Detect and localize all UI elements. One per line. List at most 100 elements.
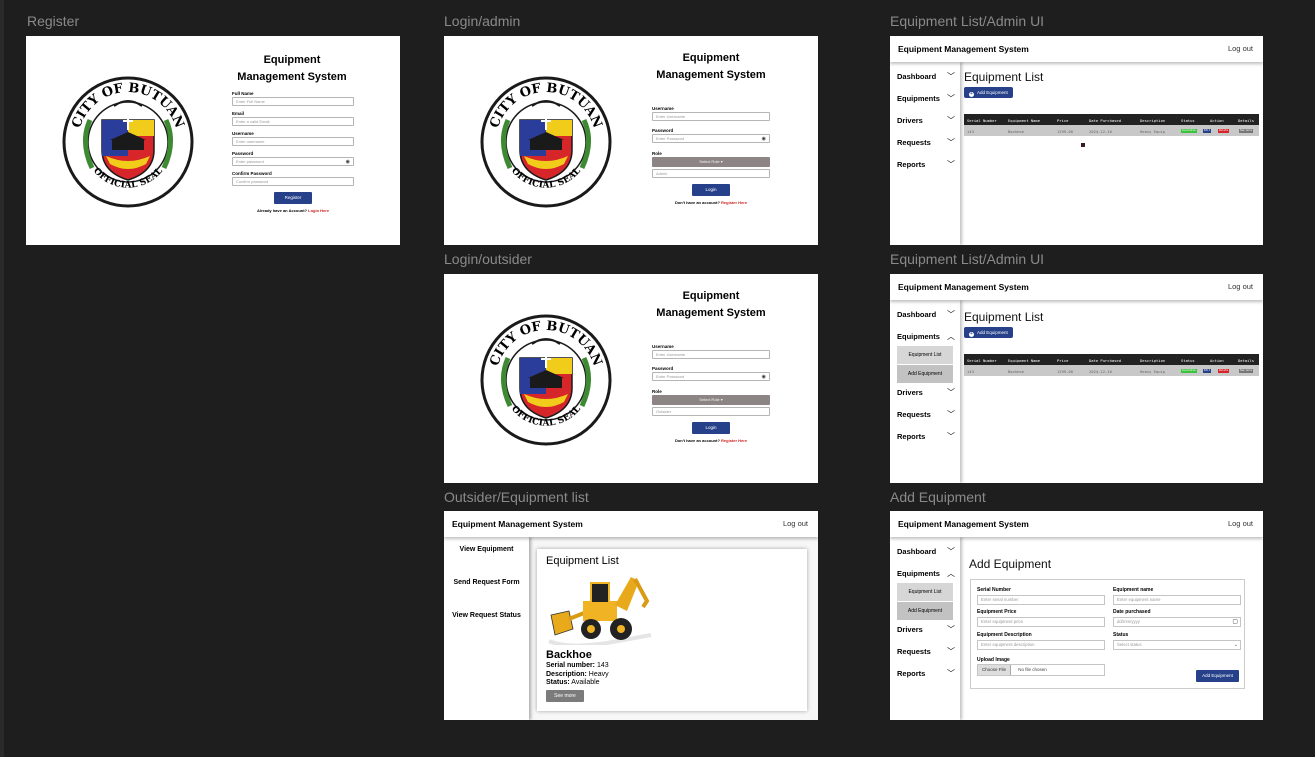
serial-label: Serial number:: [546, 662, 596, 669]
nav-reports[interactable]: Reports ﹀: [897, 160, 955, 169]
login-button[interactable]: Login: [692, 184, 730, 196]
nav-reports[interactable]: Reports ﹀: [897, 432, 955, 441]
logout-link[interactable]: Log out: [1228, 282, 1253, 291]
delete-button[interactable]: Delete: [1218, 368, 1230, 373]
file-input[interactable]: Choose File No file chosen: [977, 664, 1105, 676]
nav-drivers[interactable]: Drivers ﹀: [897, 625, 955, 634]
see-more-button[interactable]: See more: [1239, 128, 1254, 133]
frame-title-login-admin: Login/admin: [444, 13, 521, 29]
username-input[interactable]: Enter username: [232, 137, 354, 146]
status-label: Status:: [546, 679, 570, 686]
nav-drivers-label: Drivers: [897, 116, 923, 125]
equipment-price-input[interactable]: Enter equipment price: [977, 617, 1105, 627]
confirm-password-input[interactable]: Confirm password: [232, 177, 354, 186]
status-select[interactable]: Select status ⌄: [1113, 640, 1241, 650]
nav-dashboard[interactable]: Dashboard ﹀: [897, 72, 955, 81]
role-value-input[interactable]: Outsider: [652, 407, 770, 416]
nav-drivers-label: Drivers: [897, 388, 923, 397]
nav-drivers-label: Drivers: [897, 625, 923, 634]
calendar-icon[interactable]: ▢: [1232, 618, 1238, 626]
password-input[interactable]: Enter Password ◉: [652, 372, 770, 381]
add-equipment-label: Add Equipment: [977, 330, 1008, 335]
full-name-input[interactable]: Enter Full Name: [232, 97, 354, 106]
chevron-up-icon: ︿: [947, 569, 955, 578]
nav-dashboard[interactable]: Dashboard ﹀: [897, 547, 955, 556]
card-title: Equipment List: [546, 555, 619, 567]
logout-link[interactable]: Log out: [1228, 519, 1253, 528]
cursor-marker: [1081, 143, 1085, 147]
equipment-description-input[interactable]: Enter equipment description: [977, 640, 1105, 650]
nav-equipments[interactable]: Equipments ︿: [897, 569, 955, 578]
col-equipment-name: Equipment Name: [1008, 357, 1041, 363]
register-button[interactable]: Register: [274, 192, 312, 204]
equipment-name: Backhoe: [546, 649, 592, 661]
equipment-card: Equipment List Backhoe Serial number: 14…: [537, 549, 807, 711]
password-input[interactable]: Enter password ◉: [232, 157, 354, 166]
form-title: Equipment Management System: [656, 290, 766, 319]
logout-link[interactable]: Log out: [783, 519, 808, 528]
equipment-description-label: Equipment Description: [977, 632, 1032, 638]
see-more-button[interactable]: See more: [546, 690, 584, 702]
col-action: Action: [1210, 357, 1224, 363]
eye-off-icon[interactable]: ◉: [346, 159, 350, 166]
nav-equipments[interactable]: Equipments ︿: [897, 332, 955, 341]
nav-view-request-status[interactable]: View Request Status: [444, 612, 529, 619]
role-value-input[interactable]: Admin: [652, 169, 770, 178]
chevron-down-icon: ﹀: [947, 116, 955, 125]
username-input[interactable]: Enter Username: [652, 112, 770, 121]
edit-button[interactable]: Edit: [1203, 128, 1212, 133]
nav-send-request-form[interactable]: Send Request Form: [444, 579, 529, 586]
register-prompt-text: Don't have an account?: [674, 438, 720, 443]
sub-nav-add-equipment[interactable]: Add Equipment: [897, 602, 953, 620]
nav-drivers[interactable]: Drivers ﹀: [897, 388, 955, 397]
equipment-name-input[interactable]: Enter equipment name: [1113, 595, 1241, 605]
login-button[interactable]: Login: [692, 422, 730, 434]
col-action: Action: [1210, 117, 1224, 123]
role-select[interactable]: Select Role ▾: [652, 157, 770, 167]
chevron-down-icon: ﹀: [947, 432, 955, 441]
delete-button[interactable]: Delete: [1218, 128, 1230, 133]
username-input[interactable]: Enter Username: [652, 350, 770, 359]
nav-requests[interactable]: Requests ﹀: [897, 647, 955, 656]
plus-icon: +: [969, 90, 974, 97]
nav-reports[interactable]: Reports ﹀: [897, 669, 955, 678]
nav-equipments[interactable]: Equipments ﹀: [897, 94, 955, 103]
role-label: Role: [652, 389, 662, 394]
email-input[interactable]: Enter a valid Email: [232, 117, 354, 126]
chevron-down-icon: ﹀: [947, 72, 955, 81]
password-input[interactable]: Enter Password ◉: [652, 134, 770, 143]
submit-add-equipment-button[interactable]: Add Equipment: [1196, 670, 1239, 682]
login-here-link[interactable]: Login Here: [308, 208, 329, 213]
chevron-down-icon: ﹀: [947, 625, 955, 634]
nav-view-equipment[interactable]: View Equipment: [444, 546, 529, 553]
register-here-link[interactable]: Register Here: [721, 438, 747, 443]
register-here-link[interactable]: Register Here: [721, 200, 747, 205]
sub-nav-add-equipment[interactable]: Add Equipment: [897, 365, 953, 383]
sub-nav-equipment-list[interactable]: Equipment List: [897, 346, 953, 364]
eye-off-icon[interactable]: ◉: [762, 374, 766, 381]
serial-number-input[interactable]: Enter serial number: [977, 595, 1105, 605]
city-seal-logo: CITY OF BUTUAN OFFICIAL SEAL: [480, 314, 612, 446]
see-more-button[interactable]: See more: [1239, 368, 1254, 373]
sub-nav-equipment-list[interactable]: Equipment List: [897, 583, 953, 601]
cell-serial: 143: [967, 128, 974, 134]
nav-dashboard[interactable]: Dashboard ﹀: [897, 310, 955, 319]
eye-off-icon[interactable]: ◉: [762, 136, 766, 143]
nav-requests[interactable]: Requests ﹀: [897, 138, 955, 147]
add-equipment-button[interactable]: + Add Equipment: [964, 327, 1013, 338]
nav-drivers[interactable]: Drivers ﹀: [897, 116, 955, 125]
date-purchased-input[interactable]: dd/mm/yyyy ▢: [1113, 617, 1241, 627]
cell-serial: 143: [967, 368, 974, 374]
edit-button[interactable]: Edit: [1203, 368, 1212, 373]
canvas-left-rail: [0, 0, 4, 757]
cell-description: Heavy Equip: [1140, 368, 1166, 374]
role-select[interactable]: Select Role ▾: [652, 395, 770, 405]
chevron-down-icon: ﹀: [947, 410, 955, 419]
logout-link[interactable]: Log out: [1228, 44, 1253, 53]
add-equipment-button[interactable]: + Add Equipment: [964, 87, 1013, 98]
nav-requests[interactable]: Requests ﹀: [897, 410, 955, 419]
add-equipment-label: Add Equipment: [977, 90, 1008, 95]
chevron-down-icon: ﹀: [947, 310, 955, 319]
page-title: Add Equipment: [969, 557, 1052, 571]
choose-file-button[interactable]: Choose File: [978, 665, 1012, 675]
